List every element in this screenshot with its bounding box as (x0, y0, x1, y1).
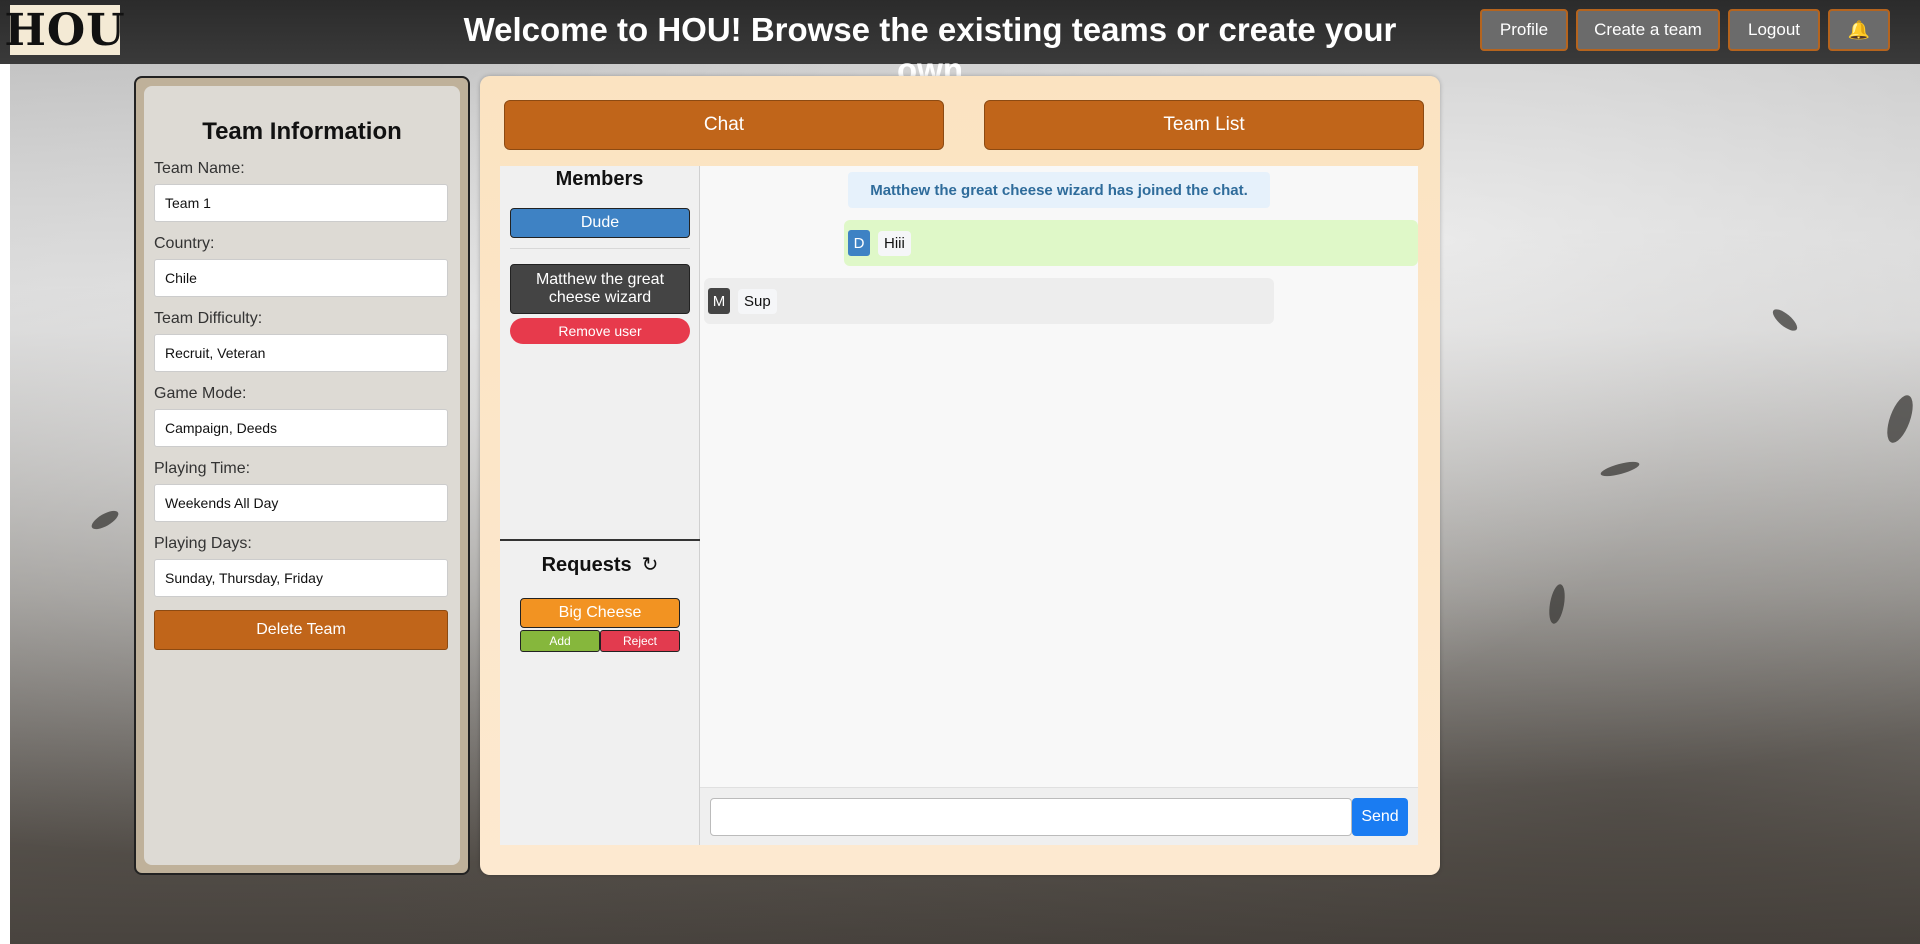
members-sidebar: Members Dude Matthew the great cheese wi… (500, 166, 700, 845)
chat-messages-area: Matthew the great cheese wizard has join… (700, 166, 1418, 845)
requests-title: Requests (541, 554, 632, 576)
team-name-label: Team Name: (154, 160, 245, 177)
remove-user-button[interactable]: Remove user (510, 318, 690, 344)
member-divider (510, 248, 690, 249)
create-team-button[interactable]: Create a team (1576, 9, 1720, 51)
logout-button[interactable]: Logout (1728, 9, 1820, 51)
hou-logo[interactable]: HOU (4, 5, 124, 56)
game-mode-label: Game Mode: (154, 385, 247, 402)
game-mode-field[interactable]: Campaign, Deeds (154, 409, 448, 447)
chat-content-area: Members Dude Matthew the great cheese wi… (500, 166, 1418, 845)
bell-icon: 🔔 (1847, 19, 1871, 40)
playing-time-label: Playing Time: (154, 460, 251, 477)
message-text: Hiii (878, 230, 911, 256)
avatar: D (848, 230, 870, 256)
chat-panel: Chat Team List Members Dude Matthew the … (480, 76, 1440, 875)
chat-message: D Hiii (844, 220, 1418, 266)
notifications-button[interactable]: 🔔 (1828, 9, 1890, 51)
members-title: Members (555, 168, 644, 190)
requests-header: Requests ↻ (500, 552, 700, 577)
playing-time-field[interactable]: Weekends All Day (154, 484, 448, 522)
reject-request-button[interactable]: Reject (600, 630, 680, 652)
member-item[interactable]: Dude (510, 208, 690, 238)
request-user-name[interactable]: Big Cheese (520, 598, 680, 628)
add-request-button[interactable]: Add (520, 630, 600, 652)
system-message: Matthew the great cheese wizard has join… (848, 172, 1270, 208)
chat-input-bar: Send (700, 787, 1418, 845)
team-info-title: Team Information (202, 118, 402, 145)
send-button[interactable]: Send (1352, 798, 1408, 836)
team-difficulty-field[interactable]: Recruit, Veteran (154, 334, 448, 372)
team-info-panel: Team Information Team Name: Team 1 Count… (134, 76, 470, 875)
refresh-icon[interactable]: ↻ (642, 554, 659, 576)
tab-chat[interactable]: Chat (504, 100, 944, 150)
delete-team-button[interactable]: Delete Team (154, 610, 448, 650)
team-difficulty-label: Team Difficulty: (154, 310, 263, 327)
top-navbar: HOU Welcome to HOU! Browse the existing … (0, 0, 1920, 88)
tab-team-list[interactable]: Team List (984, 100, 1424, 150)
playing-days-field[interactable]: Sunday, Thursday, Friday (154, 559, 448, 597)
playing-days-label: Playing Days: (154, 535, 252, 552)
chat-message-input[interactable] (710, 798, 1352, 836)
country-label: Country: (154, 235, 215, 252)
message-text: Sup (738, 288, 777, 314)
chat-message: M Sup (704, 278, 1274, 324)
requests-divider (500, 539, 700, 541)
avatar: M (708, 288, 730, 314)
country-field[interactable]: Chile (154, 259, 448, 297)
team-name-field[interactable]: Team 1 (154, 184, 448, 222)
member-item[interactable]: Matthew the great cheese wizard (510, 264, 690, 314)
profile-button[interactable]: Profile (1480, 9, 1568, 51)
